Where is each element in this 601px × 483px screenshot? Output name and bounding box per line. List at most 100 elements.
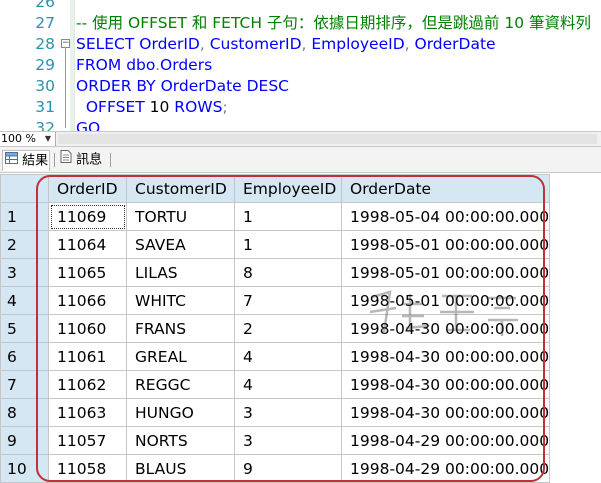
corner-cell[interactable] <box>0 174 49 203</box>
cell-orderdate[interactable]: 1998-05-01 00:00:00.000 <box>340 286 551 315</box>
line-number: 30 <box>35 77 55 95</box>
cell-customerid[interactable]: REGGC <box>126 370 235 399</box>
code-token: CustomerID <box>209 35 302 53</box>
row-header[interactable]: 8 <box>0 398 49 427</box>
table-row[interactable]: 9 11057 NORTS 3 1998-04-29 00:00:00.000 <box>0 426 551 455</box>
cell-orderid[interactable]: 11064 <box>48 230 127 259</box>
cell-employeeid[interactable]: 7 <box>234 286 342 315</box>
cell-orderdate[interactable]: 1998-04-30 00:00:00.000 <box>340 342 551 371</box>
column-header-customerid[interactable]: CustomerID <box>126 174 235 203</box>
cell-employeeid[interactable]: 4 <box>234 370 342 399</box>
results-grid[interactable]: OrderID CustomerID EmployeeID OrderDate … <box>0 174 601 483</box>
cell-orderid[interactable]: 11069 <box>48 202 127 231</box>
column-header-orderid[interactable]: OrderID <box>48 174 127 203</box>
fold-toggle-icon[interactable]: − <box>61 39 70 48</box>
tab-messages-label: 訊息 <box>76 152 103 168</box>
code-token: ROWS <box>174 98 223 116</box>
tab-messages[interactable]: 訊息 <box>58 150 102 170</box>
line-number: 26 <box>35 0 55 11</box>
cell-orderid[interactable]: 11062 <box>48 370 127 399</box>
row-header[interactable]: 6 <box>0 342 49 371</box>
row-header[interactable]: 7 <box>0 370 49 399</box>
code-token: SELECT <box>76 35 135 53</box>
row-header[interactable]: 1 <box>0 202 49 231</box>
cell-employeeid[interactable]: 9 <box>234 454 342 483</box>
tab-results[interactable]: 結果 <box>2 150 50 171</box>
table-row[interactable]: 6 11061 GREAL 4 1998-04-30 00:00:00.000 <box>0 342 551 371</box>
table-row[interactable]: 1 11069 TORTU 1 1998-05-04 00:00:00.000 <box>0 202 551 231</box>
chevron-down-icon[interactable]: ▼ <box>42 132 54 146</box>
row-header[interactable]: 5 <box>0 314 49 343</box>
cell-customerid[interactable]: SAVEA <box>126 230 235 259</box>
row-header[interactable]: 2 <box>0 230 49 259</box>
cell-orderdate[interactable]: 1998-04-29 00:00:00.000 <box>340 454 551 483</box>
cell-employeeid[interactable]: 1 <box>234 230 342 259</box>
code-text: FROM dbo.Orders <box>76 55 212 76</box>
grid-icon <box>5 151 18 171</box>
zoom-dropdown[interactable]: 100 % ▼ <box>0 132 56 146</box>
cell-orderid[interactable]: 11066 <box>48 286 127 315</box>
cell-orderdate[interactable]: 1998-04-30 00:00:00.000 <box>340 314 551 343</box>
zoom-value: 100 % <box>1 132 36 145</box>
cell-orderdate[interactable]: 1998-04-30 00:00:00.000 <box>340 370 551 399</box>
code-token: , <box>199 35 210 53</box>
cell-customerid[interactable]: LILAS <box>126 258 235 287</box>
table-row[interactable]: 3 11065 LILAS 8 1998-05-01 00:00:00.000 <box>0 258 551 287</box>
code-token: FROM <box>76 56 122 74</box>
table-row[interactable]: 7 11062 REGGC 4 1998-04-30 00:00:00.000 <box>0 370 551 399</box>
cell-customerid[interactable]: BLAUS <box>126 454 235 483</box>
cell-customerid[interactable]: TORTU <box>126 202 235 231</box>
line-number: 29 <box>35 56 55 74</box>
tab-divider <box>54 153 55 167</box>
results-tab-bar: 結果 訊息 <box>0 147 601 173</box>
cell-customerid[interactable]: HUNGO <box>126 398 235 427</box>
cell-customerid[interactable]: FRANS <box>126 314 235 343</box>
cell-customerid[interactable]: GREAL <box>126 342 235 371</box>
cell-customerid[interactable]: NORTS <box>126 426 235 455</box>
cell-orderdate[interactable]: 1998-04-29 00:00:00.000 <box>340 426 551 455</box>
code-text: GO <box>76 118 100 131</box>
cell-orderdate[interactable]: 1998-05-01 00:00:00.000 <box>340 258 551 287</box>
cell-employeeid[interactable]: 8 <box>234 258 342 287</box>
sql-editor[interactable]: 26 27 -- 使用 OFFSET 和 FETCH 子句：依據日期排序，但是跳過前… <box>0 0 601 131</box>
line-number: 32 <box>35 119 55 131</box>
cell-orderdate[interactable]: 1998-04-30 00:00:00.000 <box>340 398 551 427</box>
table-row[interactable]: 5 11060 FRANS 2 1998-04-30 00:00:00.000 <box>0 314 551 343</box>
cell-customerid[interactable]: WHITC <box>126 286 235 315</box>
tab-results-label: 結果 <box>22 153 49 169</box>
row-header[interactable]: 3 <box>0 258 49 287</box>
cell-orderid[interactable]: 11061 <box>48 342 127 371</box>
row-header[interactable]: 10 <box>0 454 49 483</box>
cell-orderid[interactable]: 11063 <box>48 398 127 427</box>
line-number: 31 <box>35 98 55 116</box>
table-row[interactable]: 10 11058 BLAUS 9 1998-04-29 00:00:00.000 <box>0 454 551 483</box>
cell-employeeid[interactable]: 2 <box>234 314 342 343</box>
table-row[interactable]: 8 11063 HUNGO 3 1998-04-30 00:00:00.000 <box>0 398 551 427</box>
code-token: GO <box>76 119 101 131</box>
gutter-divider <box>74 0 75 131</box>
code-text: SELECT OrderID, CustomerID, EmployeeID, … <box>76 34 496 55</box>
fold-guide <box>65 45 66 128</box>
column-header-orderdate[interactable]: OrderDate <box>340 174 551 203</box>
cell-employeeid[interactable]: 4 <box>234 342 342 371</box>
table-row[interactable]: 4 11066 WHITC 7 1998-05-01 00:00:00.000 <box>0 286 551 315</box>
row-header[interactable]: 4 <box>0 286 49 315</box>
code-token: Orders <box>160 56 213 74</box>
table-row[interactable]: 2 11064 SAVEA 1 1998-05-01 00:00:00.000 <box>0 230 551 259</box>
cell-orderid[interactable]: 11058 <box>48 454 127 483</box>
cell-orderdate[interactable]: 1998-05-01 00:00:00.000 <box>340 230 551 259</box>
row-header[interactable]: 9 <box>0 426 49 455</box>
cell-orderdate[interactable]: 1998-05-04 00:00:00.000 <box>340 202 551 231</box>
cell-orderid[interactable]: 11065 <box>48 258 127 287</box>
cell-employeeid[interactable]: 1 <box>234 202 342 231</box>
horizontal-scrollbar[interactable] <box>58 134 597 144</box>
cell-orderid[interactable]: 11057 <box>48 426 127 455</box>
cell-employeeid[interactable]: 3 <box>234 398 342 427</box>
code-token: -- 使用 OFFSET 和 FETCH 子句：依據日期排序，但是跳過前 10 … <box>76 14 592 32</box>
code-token: OrderDate <box>155 77 247 95</box>
cell-orderid[interactable]: 11060 <box>48 314 127 343</box>
column-header-employeeid[interactable]: EmployeeID <box>234 174 342 203</box>
line-number: 28 <box>35 35 55 53</box>
cell-employeeid[interactable]: 3 <box>234 426 342 455</box>
message-icon <box>60 150 72 170</box>
